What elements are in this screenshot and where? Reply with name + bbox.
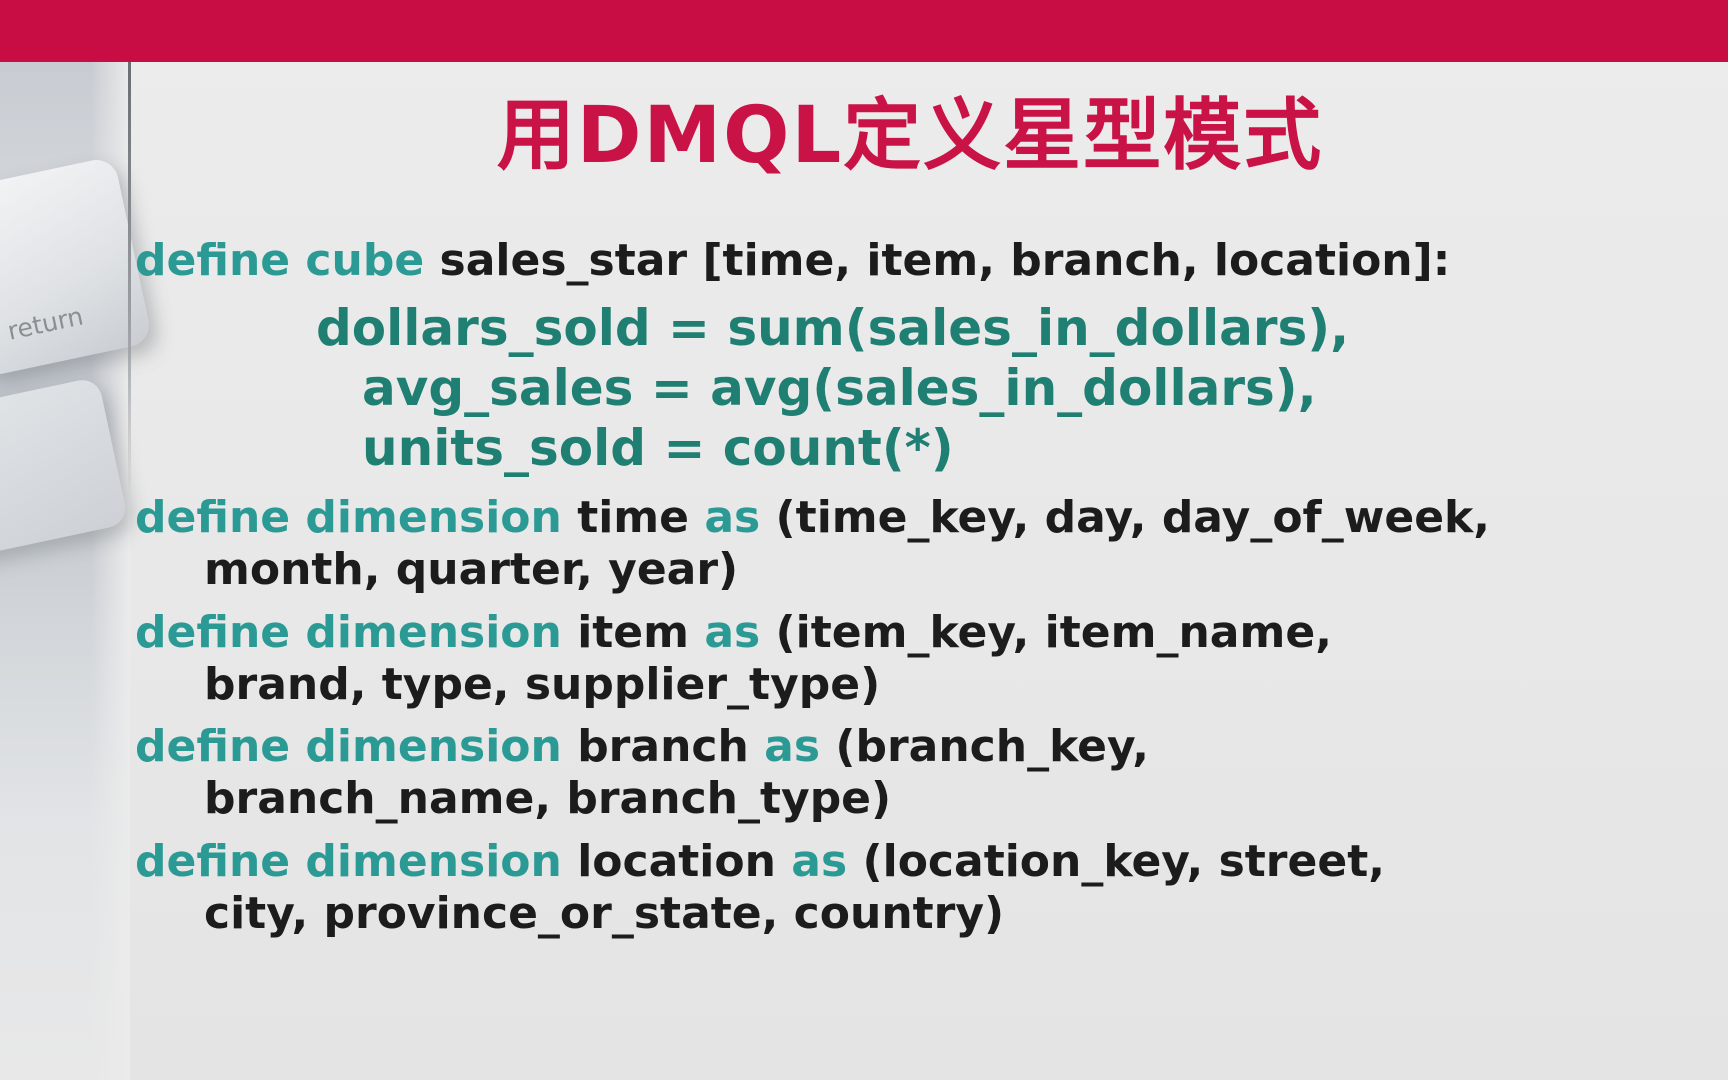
dimension-branch-continuation: branch_name, branch_type) (204, 773, 892, 824)
dimension-name: location (577, 836, 776, 887)
dimension-name: branch (577, 721, 749, 772)
dimension-attributes: (branch_key, (835, 721, 1149, 772)
dimension-branch-line: define dimension branch as (branch_key, (135, 721, 1149, 773)
slide-title: 用DMQL定义星型模式 (496, 91, 1324, 181)
as-keyword: as (764, 721, 821, 772)
dimension-time-continuation: month, quarter, year) (204, 544, 739, 595)
as-keyword: as (704, 607, 761, 658)
cube-definition-line: define cube sales_star [time, item, bran… (135, 235, 1450, 287)
dimension-keyword: define dimension (135, 607, 562, 658)
as-keyword: as (791, 836, 848, 887)
dimension-keyword: define dimension (135, 492, 562, 543)
slide: return 用DMQL定义星型模式 define cube sales_sta… (0, 0, 1728, 1080)
dimension-name: item (577, 607, 689, 658)
cube-keyword: define cube (135, 235, 425, 286)
dimension-item-continuation: brand, type, supplier_type) (204, 659, 881, 710)
dimension-time-line: define dimension time as (time_key, day,… (135, 492, 1490, 544)
dimension-location-continuation: city, province_or_state, country) (204, 888, 1005, 939)
key-image (0, 376, 129, 558)
measure-line: dollars_sold = sum(sales_in_dollars), (316, 299, 1350, 357)
dimension-attributes: (location_key, street, (862, 836, 1385, 887)
left-decoration-panel: return (0, 62, 153, 1080)
cube-header: sales_star [time, item, branch, location… (439, 235, 1451, 286)
dimension-attributes: (item_key, item_name, (775, 607, 1332, 658)
measure-line: avg_sales = avg(sales_in_dollars), (362, 359, 1317, 417)
dimension-attributes: (time_key, day, day_of_week, (775, 492, 1491, 543)
top-bar (0, 0, 1728, 62)
dimension-item-line: define dimension item as (item_key, item… (135, 607, 1332, 659)
measure-line: units_sold = count(*) (362, 419, 954, 477)
dimension-location-line: define dimension location as (location_k… (135, 836, 1385, 888)
dimension-keyword: define dimension (135, 721, 562, 772)
dimension-keyword: define dimension (135, 836, 562, 887)
dimension-name: time (577, 492, 689, 543)
as-keyword: as (704, 492, 761, 543)
